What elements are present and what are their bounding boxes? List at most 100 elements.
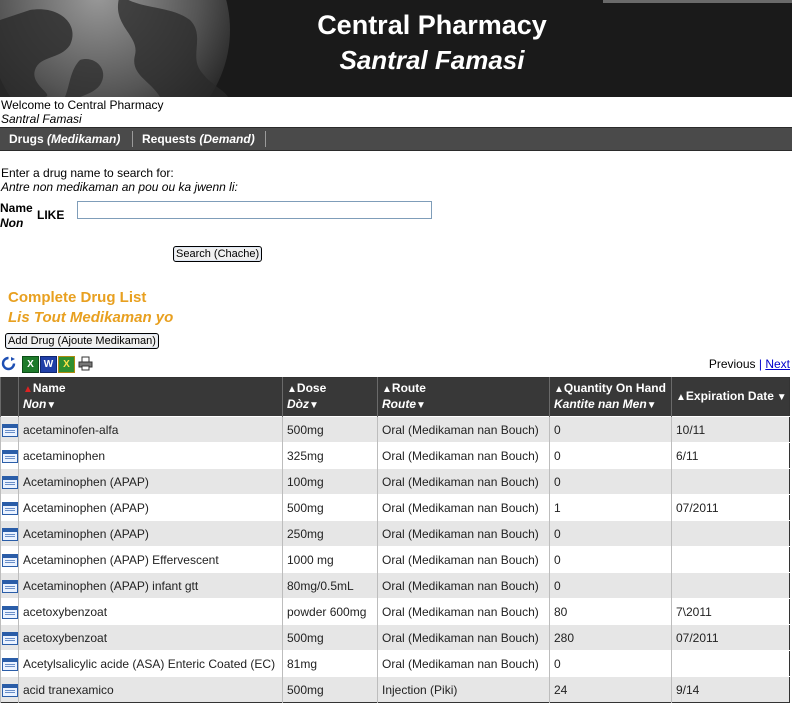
print-icon[interactable] <box>78 356 93 371</box>
cell-quantity: 280 <box>549 624 672 651</box>
row-icon-cell <box>0 442 19 469</box>
column-header-quantity[interactable]: ▲Quantity On Hand Kantite nan Men▼ <box>549 377 672 417</box>
cell-route: Oral (Medikaman nan Bouch) <box>377 416 550 443</box>
nav-item-label: Requests <box>142 132 197 146</box>
column-label: Route <box>391 381 426 395</box>
cell-expiration <box>671 468 790 495</box>
main-nav: Drugs (Medikaman) Requests (Demand) <box>0 127 792 151</box>
edit-record-icon[interactable] <box>2 683 18 697</box>
table-row: Acetaminophen (APAP) Effervescent 1000 mg… <box>0 546 790 573</box>
column-header-route[interactable]: ▲Route Route▼ <box>377 377 550 417</box>
row-icon-cell <box>0 650 19 677</box>
table-row: acid tranexamico 500mg Injection (Piki) 24 9… <box>0 676 790 703</box>
list-title-alt: Lis Tout Medikaman yo <box>8 309 174 326</box>
edit-record-icon[interactable] <box>2 501 18 515</box>
sort-asc-icon[interactable]: ▲ <box>23 384 33 395</box>
cell-quantity: 0 <box>549 650 672 677</box>
word-icon[interactable]: W <box>40 356 57 373</box>
add-drug-button[interactable]: Add Drug (Ajoute Medikaman) <box>5 333 159 349</box>
pager-next-link[interactable]: Next <box>765 357 790 371</box>
row-icon-cell <box>0 572 19 599</box>
cell-route: Oral (Medikaman nan Bouch) <box>377 598 550 625</box>
column-header-dose[interactable]: ▲Dose Dòz▼ <box>282 377 378 417</box>
column-header-name[interactable]: ▲Name Non▼ <box>18 377 283 417</box>
row-icon-cell <box>0 520 19 547</box>
table-row: Acetaminophen (APAP) 250mg Oral (Medikaman… <box>0 520 790 547</box>
refresh-icon[interactable] <box>1 356 16 371</box>
sort-asc-icon[interactable]: ▲ <box>554 384 564 395</box>
nav-item-label-alt: (Medikaman) <box>47 132 121 146</box>
edit-record-icon[interactable] <box>2 631 18 645</box>
cell-dose: 500mg <box>282 624 378 651</box>
nav-item-label: Drugs <box>9 132 44 146</box>
search-button[interactable]: Search (Chache) <box>173 246 263 262</box>
excel-export-icon[interactable]: X <box>58 356 75 373</box>
nav-separator <box>132 131 133 147</box>
cell-expiration <box>671 650 790 677</box>
edit-record-icon[interactable] <box>2 475 18 489</box>
cell-dose: 500mg <box>282 676 378 703</box>
column-label-alt: Non <box>23 397 47 411</box>
cell-route: Injection (Piki) <box>377 676 550 703</box>
cell-route: Oral (Medikaman nan Bouch) <box>377 650 550 677</box>
row-icon-cell <box>0 416 19 443</box>
welcome-line-alt: Santral Famasi <box>1 112 82 126</box>
search-prompt-text-alt: Antre non medikaman an pou ou ka jwenn l… <box>1 180 238 194</box>
edit-record-icon[interactable] <box>2 449 18 463</box>
edit-record-icon[interactable] <box>2 657 18 671</box>
drug-table: ▲Name Non▼ ▲Dose Dòz▼ ▲Route Route▼ ▲Qua… <box>0 377 790 703</box>
edit-record-icon[interactable] <box>2 553 18 567</box>
pager-previous: Previous <box>708 357 756 371</box>
cell-name: Acetaminophen (APAP) <box>18 494 283 521</box>
table-row: Acetylsalicylic acide (ASA) Enteric Coat… <box>0 650 790 677</box>
column-label: Expiration Date <box>685 389 774 403</box>
cell-quantity: 0 <box>549 572 672 599</box>
cell-quantity: 80 <box>549 598 672 625</box>
nav-item-requests[interactable]: Requests (Demand) <box>142 132 255 146</box>
cell-route: Oral (Medikaman nan Bouch) <box>377 494 550 521</box>
column-label: Name <box>32 381 66 395</box>
edit-record-icon[interactable] <box>2 605 18 619</box>
sort-desc-icon[interactable]: ▼ <box>46 400 56 411</box>
nav-item-drugs[interactable]: Drugs (Medikaman) <box>9 132 120 146</box>
edit-record-icon[interactable] <box>2 579 18 593</box>
name-field-label: Name Non <box>0 201 33 231</box>
cell-name: Acetylsalicylic acide (ASA) Enteric Coat… <box>18 650 283 677</box>
name-label-alt: Non <box>0 216 24 230</box>
cell-quantity: 0 <box>549 416 672 443</box>
cell-route: Oral (Medikaman nan Bouch) <box>377 520 550 547</box>
cell-expiration <box>671 546 790 573</box>
search-prompt-text: Enter a drug name to search for: <box>1 166 174 180</box>
sort-desc-icon[interactable]: ▼ <box>774 392 787 403</box>
cell-dose: 80mg/0.5mL <box>282 572 378 599</box>
cell-dose: 325mg <box>282 442 378 469</box>
cell-dose: powder 600mg <box>282 598 378 625</box>
sort-asc-icon[interactable]: ▲ <box>676 392 686 403</box>
cell-name: Acetaminophen (APAP) infant gtt <box>18 572 283 599</box>
pager-separator: | <box>758 357 762 371</box>
cell-dose: 1000 mg <box>282 546 378 573</box>
edit-record-icon[interactable] <box>2 527 18 541</box>
cell-route: Oral (Medikaman nan Bouch) <box>377 546 550 573</box>
site-title: Central Pharmacy <box>317 10 547 40</box>
drug-name-search-input[interactable] <box>77 201 432 219</box>
sort-desc-icon[interactable]: ▼ <box>416 400 426 411</box>
column-label-alt: Kantite nan Men <box>554 397 647 411</box>
table-row: acetoxybenzoat 500mg Oral (Medikaman nan B… <box>0 624 790 651</box>
pager: Previous | Next <box>709 357 790 371</box>
cell-name: acetaminophen <box>18 442 283 469</box>
cell-expiration: 6/11 <box>671 442 790 469</box>
cell-name: acetoxybenzoat <box>18 624 283 651</box>
sort-asc-icon[interactable]: ▲ <box>287 384 297 395</box>
excel-icon[interactable]: X <box>22 356 39 373</box>
cell-route: Oral (Medikaman nan Bouch) <box>377 572 550 599</box>
sort-desc-icon[interactable]: ▼ <box>647 400 657 411</box>
sort-desc-icon[interactable]: ▼ <box>309 400 319 411</box>
edit-record-icon[interactable] <box>2 423 18 437</box>
cell-name: Acetaminophen (APAP) <box>18 520 283 547</box>
sort-asc-icon[interactable]: ▲ <box>382 384 392 395</box>
cell-dose: 250mg <box>282 520 378 547</box>
header-top-accent <box>603 0 792 3</box>
column-header-expiration[interactable]: ▲Expiration Date ▼ <box>671 377 790 417</box>
header-icon-col <box>0 377 19 417</box>
